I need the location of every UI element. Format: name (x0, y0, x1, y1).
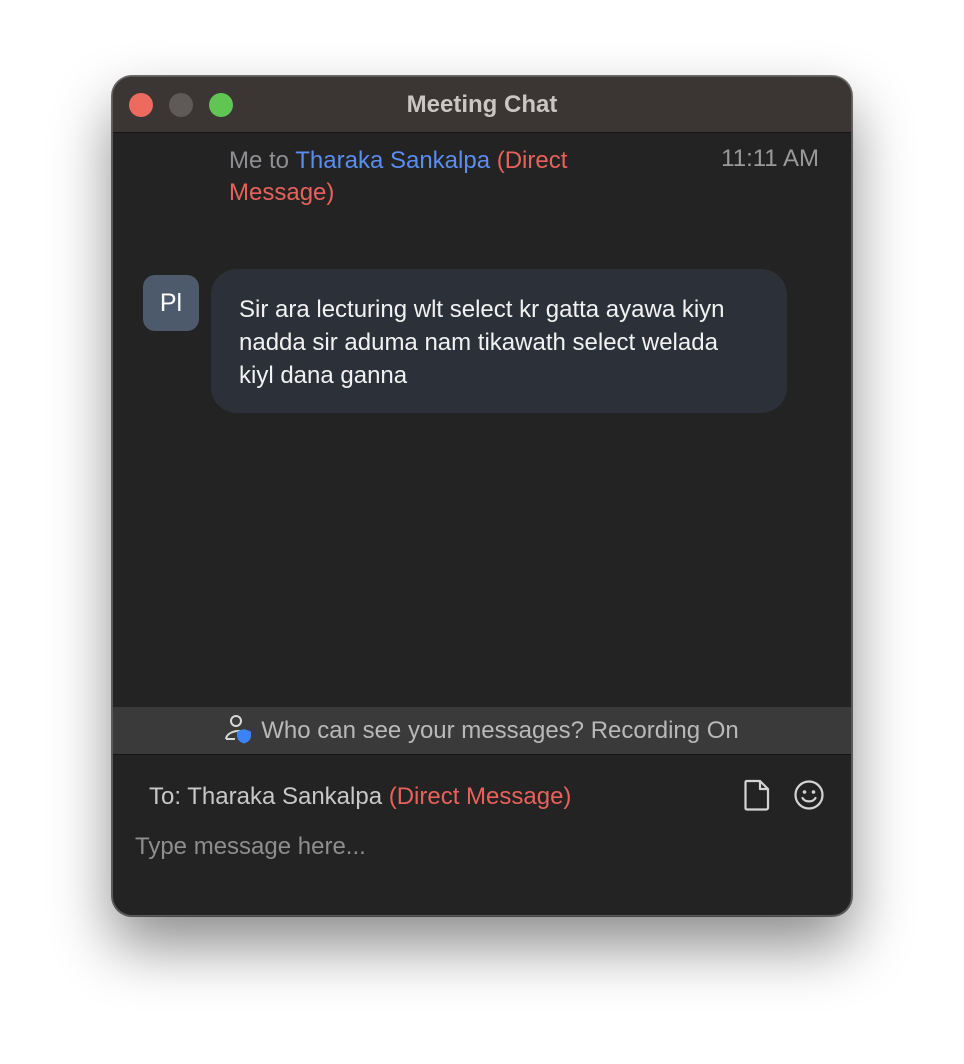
message-input[interactable] (135, 827, 815, 867)
message-bubble[interactable]: Sir ara lecturing wlt select kr gatta ay… (211, 269, 787, 413)
to-label: To: Tharaka Sankalpa (149, 783, 383, 810)
recipient-selector[interactable]: To: Tharaka Sankalpa (Direct Message) (149, 783, 571, 811)
window-title: Meeting Chat (406, 91, 558, 118)
person-shield-icon (225, 714, 252, 744)
avatar: Pl (143, 275, 199, 331)
privacy-notice-text: Who can see your messages? Recording On (261, 717, 739, 744)
message-header: Me to Tharaka Sankalpa (Direct Message) (229, 145, 629, 209)
message-timestamp: 11:11 AM (721, 145, 819, 172)
file-icon[interactable] (743, 779, 771, 811)
message-recipient[interactable]: Tharaka Sankalpa (295, 147, 490, 174)
message-sender-prefix: Me to (229, 147, 296, 174)
chat-messages-area[interactable]: Me to Tharaka Sankalpa (Direct Message) … (113, 133, 851, 707)
emoji-icon[interactable] (793, 779, 825, 811)
meeting-chat-window: Meeting Chat Me to Tharaka Sankalpa (Dir… (112, 76, 852, 916)
title-bar: Meeting Chat (113, 77, 851, 133)
to-direct-message-tag: (Direct Message) (382, 783, 572, 810)
privacy-notice-bar[interactable]: Who can see your messages? Recording On (113, 707, 851, 755)
compose-area: To: Tharaka Sankalpa (Direct Message) (113, 755, 851, 915)
